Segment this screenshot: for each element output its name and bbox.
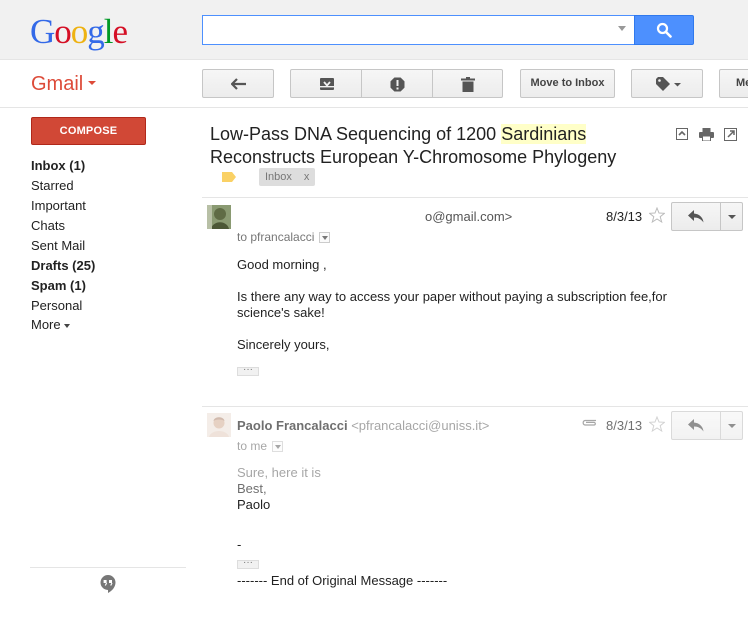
gmail-app-menu[interactable]: Gmail — [31, 72, 97, 96]
body-paragraph: - — [237, 537, 242, 552]
body-paragraph: Paolo — [237, 497, 271, 512]
sidebar-item-starred[interactable]: Starred — [31, 176, 181, 196]
label-chip-text: Inbox — [265, 171, 292, 183]
logo-letter: o — [54, 12, 71, 51]
label-remove-button[interactable]: x — [304, 171, 310, 183]
search-options-icon[interactable] — [618, 26, 626, 31]
sender-name: Paolo Francalacci — [237, 418, 348, 433]
delete-button[interactable] — [432, 69, 503, 98]
labels-button[interactable] — [631, 69, 703, 98]
search-button[interactable] — [634, 15, 694, 45]
sidebar-item-spam[interactable]: Spam (1) — [31, 276, 181, 296]
quoted-footer: ------- End of Original Message ------- — [237, 573, 448, 588]
reply-icon — [688, 210, 704, 223]
sidebar-item-chats[interactable]: Chats — [31, 216, 181, 236]
sender-photo-icon — [207, 413, 231, 437]
reply-button[interactable] — [671, 202, 721, 231]
sender-photo-icon — [207, 205, 231, 229]
sidebar-item-drafts[interactable]: Drafts (25) — [31, 256, 181, 276]
gmail-label: Gmail — [31, 73, 84, 95]
sender-line[interactable]: Paolo Francalacci <pfrancalacci@uniss.it… — [237, 418, 489, 433]
reply-icon — [688, 419, 704, 432]
subject-highlight: Sardinians — [501, 124, 587, 144]
report-spam-button[interactable] — [361, 69, 433, 98]
logo-letter: e — [112, 12, 129, 51]
logo-letter: l — [103, 12, 114, 51]
reply-button[interactable] — [671, 411, 721, 440]
chevron-down-icon — [88, 81, 97, 86]
body-paragraph: Best, — [237, 481, 267, 496]
sidebar-item-personal[interactable]: Personal — [31, 296, 181, 316]
sidebar-divider — [30, 567, 186, 568]
show-details-icon[interactable] — [319, 232, 331, 244]
sender-email[interactable]: o@gmail.com> — [425, 209, 512, 224]
star-icon[interactable] — [649, 207, 665, 223]
recipient-line: to me — [237, 439, 284, 453]
top-bar: Google — [0, 0, 748, 60]
label-chip-inbox[interactable]: Inbox x — [259, 168, 316, 186]
logo-letter: G — [30, 12, 55, 51]
message-divider — [202, 406, 748, 407]
paperclip-icon — [582, 419, 596, 426]
sender-email: <pfrancalacci@uniss.it> — [351, 418, 490, 433]
sidebar-item-important[interactable]: Important — [31, 196, 181, 216]
importance-marker-icon[interactable] — [222, 172, 236, 182]
search-icon — [656, 22, 672, 38]
message-body: Sure, here it is Best, Paolo - ··· -----… — [237, 465, 687, 589]
avatar[interactable] — [207, 413, 231, 437]
sidebar-more-label: More — [31, 317, 61, 332]
show-details-icon[interactable] — [272, 441, 284, 453]
label-tag-icon — [656, 77, 681, 91]
subject-text: Low-Pass DNA Sequencing of 1200 — [210, 124, 502, 144]
body-paragraph: Sincerely yours, — [237, 337, 330, 352]
message-divider — [202, 197, 748, 198]
avatar[interactable] — [207, 205, 231, 229]
expand-all-icon[interactable] — [676, 128, 688, 140]
body-paragraph: Is there any way to access your paper wi… — [237, 289, 667, 320]
sidebar-more-toggle[interactable]: More — [31, 316, 181, 334]
spam-icon — [390, 77, 405, 92]
new-window-icon[interactable] — [724, 128, 737, 141]
google-logo[interactable]: Google — [30, 12, 129, 52]
message-body: Good morning , Is there any way to acces… — [237, 257, 687, 376]
message-date[interactable]: 8/3/13 — [606, 418, 642, 433]
message-options-button[interactable] — [721, 411, 743, 440]
archive-button[interactable] — [290, 69, 362, 98]
move-to-inbox-button[interactable]: Move to Inbox — [520, 69, 615, 98]
show-trimmed-content[interactable]: ··· — [237, 555, 687, 569]
subject-text: Reconstructs European Y-Chromosome Phylo… — [210, 147, 617, 167]
star-icon[interactable] — [649, 416, 665, 432]
recipient-line: to pfrancalacci — [237, 230, 331, 244]
search-input[interactable] — [202, 15, 635, 45]
message-options-button[interactable] — [721, 202, 743, 231]
toolbar: Gmail Move to Inbox M — [0, 60, 748, 108]
show-trimmed-content[interactable]: ··· — [237, 360, 687, 376]
back-button[interactable] — [202, 69, 274, 98]
conversation-subject: Low-Pass DNA Sequencing of 1200 Sardinia… — [210, 123, 650, 169]
print-icon[interactable] — [699, 128, 714, 141]
compose-button[interactable]: COMPOSE — [31, 117, 146, 145]
hangouts-icon[interactable] — [100, 575, 116, 593]
chevron-down-icon — [63, 323, 70, 328]
logo-letter: o — [70, 12, 88, 51]
message-date[interactable]: 8/3/13 — [606, 209, 642, 224]
ellipsis-button[interactable]: ··· — [237, 558, 259, 569]
more-actions-button[interactable]: Me — [719, 69, 748, 98]
body-paragraph: Good morning , — [237, 257, 327, 272]
logo-letter: g — [87, 12, 104, 51]
body-paragraph: Sure, here it is — [237, 465, 321, 480]
archive-icon — [320, 78, 334, 90]
recipient-text: to me — [237, 439, 268, 453]
recipient-text: to pfrancalacci — [237, 230, 315, 244]
sidebar-item-sent-mail[interactable]: Sent Mail — [31, 236, 181, 256]
back-arrow-icon — [231, 78, 246, 90]
trash-icon — [461, 77, 475, 92]
sidebar-item-inbox[interactable]: Inbox (1) — [31, 156, 181, 176]
ellipsis-button[interactable]: ··· — [237, 365, 259, 376]
sidebar-nav: Inbox (1) Starred Important Chats Sent M… — [31, 156, 181, 334]
